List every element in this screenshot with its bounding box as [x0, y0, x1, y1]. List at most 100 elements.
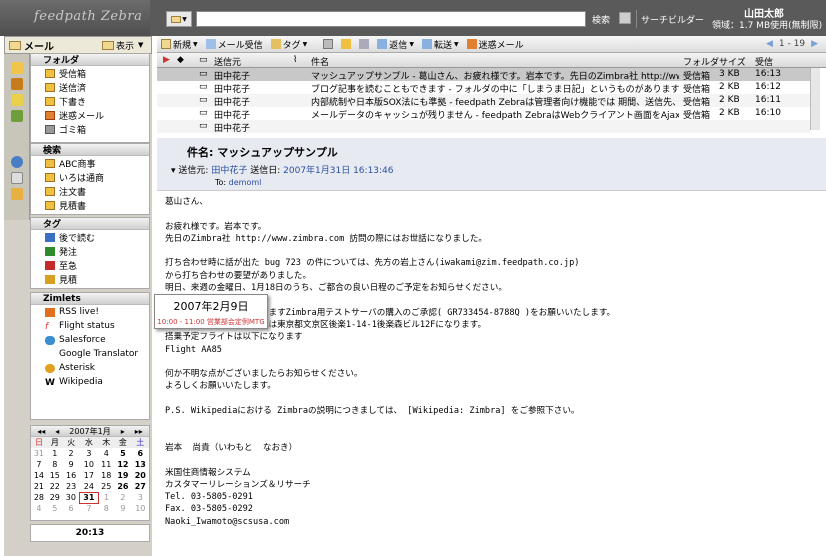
- view-menu[interactable]: 表示: [116, 39, 134, 52]
- table-row[interactable]: ▭ 田中花子 メールデータのキャッシュが残りません - feedpath Zebra…: [157, 107, 810, 120]
- calendar-day[interactable]: 7: [31, 459, 47, 470]
- print-button[interactable]: [355, 39, 373, 49]
- briefcase-icon[interactable]: [10, 188, 23, 200]
- zimlet-item[interactable]: Asterisk: [31, 361, 149, 375]
- zimlets-header[interactable]: Zimlets: [31, 293, 149, 305]
- calendar-day[interactable]: 10: [132, 503, 149, 514]
- saved-search-item[interactable]: 見積書: [31, 198, 149, 212]
- tag-item[interactable]: 見積: [31, 272, 149, 286]
- calendar-day[interactable]: 2: [114, 492, 131, 503]
- calendar-day[interactable]: 11: [98, 459, 114, 470]
- delete-button[interactable]: [319, 39, 337, 49]
- calendar-day[interactable]: 14: [31, 470, 47, 481]
- calendar-day[interactable]: 18: [98, 470, 114, 481]
- sender-link[interactable]: 田中花子: [211, 166, 247, 176]
- calendar-day[interactable]: 31: [31, 448, 47, 459]
- app-mail-tab[interactable]: メール: [24, 38, 54, 53]
- calendar-day[interactable]: 28: [31, 492, 47, 503]
- calendar-day[interactable]: 3: [79, 448, 98, 459]
- mail-app-icon[interactable]: [10, 62, 23, 74]
- expand-icon[interactable]: ▾: [171, 166, 176, 176]
- calendar-day[interactable]: 3: [132, 492, 149, 503]
- saved-search-item[interactable]: ABC商事: [31, 156, 149, 170]
- folder-trash[interactable]: ゴミ箱: [31, 122, 149, 136]
- calendar-day[interactable]: 12: [114, 459, 131, 470]
- table-row[interactable]: ▭ 田中花子 ブログ記事を読むこともできます - フォルダの中に「しまうま日記」とい…: [157, 81, 810, 94]
- calendar-app-icon[interactable]: [10, 94, 23, 106]
- tag-column-icon[interactable]: ◆: [177, 55, 184, 65]
- calendar-day[interactable]: 5: [47, 503, 63, 514]
- calendar-day[interactable]: 16: [63, 470, 80, 481]
- folder-inbox[interactable]: 受信箱: [31, 66, 149, 80]
- flag-icon[interactable]: ▶: [163, 55, 170, 65]
- table-row[interactable]: ▭ 田中花子 マッシュアップサンプル - 葛山さん、お疲れ様です。岩本です。先日のZ…: [157, 68, 810, 81]
- calendar-day[interactable]: 5: [114, 448, 131, 459]
- zimlet-item[interactable]: W Wikipedia: [31, 375, 149, 389]
- col-folder[interactable]: フォルダ: [683, 55, 719, 68]
- calendar-day[interactable]: 8: [47, 459, 63, 470]
- searches-header[interactable]: 検索: [31, 144, 149, 156]
- calendar-day[interactable]: 22: [47, 481, 63, 492]
- col-date[interactable]: 受信: [755, 55, 773, 68]
- search-input[interactable]: [196, 11, 586, 27]
- tag-item[interactable]: 発注: [31, 244, 149, 258]
- folder-drafts[interactable]: 下書き: [31, 94, 149, 108]
- col-size[interactable]: サイズ: [719, 55, 746, 68]
- calendar-day[interactable]: 9: [114, 503, 131, 514]
- junk-button[interactable]: 迷惑メール: [463, 38, 528, 51]
- prev-year-icon[interactable]: ◂◂: [37, 427, 45, 436]
- col-from[interactable]: 送信元: [214, 55, 241, 68]
- calendar-day[interactable]: 25: [98, 481, 114, 492]
- next-page-icon[interactable]: ▶: [811, 39, 818, 49]
- calendar-day[interactable]: 4: [31, 503, 47, 514]
- calendar-day[interactable]: 17: [79, 470, 98, 481]
- tags-header[interactable]: タグ: [31, 218, 149, 230]
- zimlet-item[interactable]: RSS live!: [31, 305, 149, 319]
- saved-search-item[interactable]: いろは通商: [31, 170, 149, 184]
- table-row[interactable]: ▭ 田中花子: [157, 120, 810, 133]
- calendar-day[interactable]: 27: [132, 481, 149, 492]
- folder-junk[interactable]: 迷惑メール: [31, 108, 149, 122]
- status-icon[interactable]: ▭: [199, 55, 208, 65]
- calendar-day[interactable]: 19: [114, 470, 131, 481]
- calendar-day[interactable]: 13: [132, 459, 149, 470]
- search-type-select[interactable]: ▼: [166, 11, 192, 27]
- folder-sent[interactable]: 送信済: [31, 80, 149, 94]
- table-row[interactable]: ▭ 田中花子 内部統制や日本版SOX法にも準拠 - feedpath Zebraは管…: [157, 94, 810, 107]
- help-icon[interactable]: [10, 156, 23, 168]
- calendar-day[interactable]: 10: [79, 459, 98, 470]
- calendar-day[interactable]: 7: [79, 503, 98, 514]
- calendar-day[interactable]: 20: [132, 470, 149, 481]
- calendar-day[interactable]: 30: [63, 492, 80, 503]
- calendar-day[interactable]: 23: [63, 481, 80, 492]
- folders-header[interactable]: フォルダ: [31, 54, 149, 66]
- receive-button[interactable]: メール受信: [202, 38, 267, 51]
- prev-page-icon[interactable]: ◀: [766, 39, 773, 49]
- zimlet-item[interactable]: f Flight status: [31, 319, 149, 333]
- calendar-day[interactable]: 6: [63, 503, 80, 514]
- next-month-icon[interactable]: ▸: [121, 427, 125, 436]
- calendar-day[interactable]: 24: [79, 481, 98, 492]
- calendar-day[interactable]: 2: [63, 448, 80, 459]
- search-builder-link[interactable]: サーチビルダー: [641, 13, 704, 26]
- calendar-day[interactable]: 9: [63, 459, 80, 470]
- calendar-day[interactable]: 15: [47, 470, 63, 481]
- move-button[interactable]: [337, 39, 355, 49]
- list-scrollbar[interactable]: [810, 68, 820, 130]
- calendar-day[interactable]: 29: [47, 492, 63, 503]
- recipient-link[interactable]: demoml: [229, 178, 262, 187]
- tag-item[interactable]: 後で読む: [31, 230, 149, 244]
- search-button[interactable]: 検索: [592, 13, 610, 26]
- calendar-day[interactable]: 6: [132, 448, 149, 459]
- col-subject[interactable]: 件名: [311, 55, 329, 68]
- zimlet-item[interactable]: Salesforce: [31, 333, 149, 347]
- calendar-day[interactable]: 8: [98, 503, 114, 514]
- attachment-icon[interactable]: ⌇: [293, 55, 297, 65]
- saved-search-item[interactable]: 注文書: [31, 184, 149, 198]
- calendar-day[interactable]: 1: [47, 448, 63, 459]
- calendar-day[interactable]: 4: [98, 448, 114, 459]
- new-button[interactable]: 新規 ▼: [157, 38, 202, 51]
- reply-button[interactable]: 返信 ▼: [373, 38, 418, 51]
- tasks-app-icon[interactable]: [10, 110, 23, 122]
- zimlet-item[interactable]: Google Translator: [31, 347, 149, 361]
